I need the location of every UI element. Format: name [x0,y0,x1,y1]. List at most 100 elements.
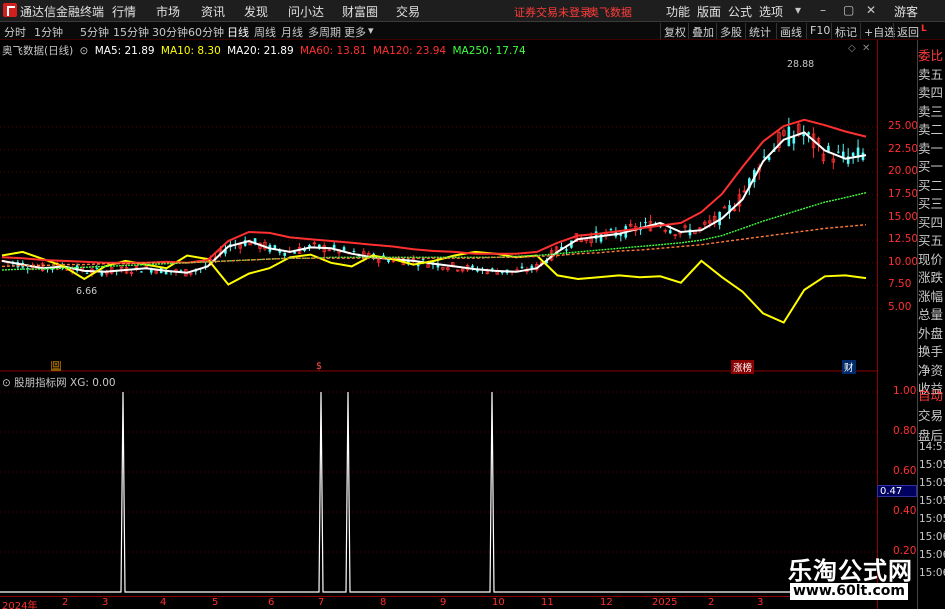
indicator-name[interactable]: 股朋指标网 [14,377,67,389]
sub-chart-grid [0,391,877,553]
quote-field-label: 现价 [918,251,944,267]
menu-dropdown-icon[interactable]: ▾ [795,3,801,17]
menu-caifuquan[interactable]: 财富圈 [342,3,378,20]
date-tick: 2 [708,597,715,608]
xg-indicator [0,391,877,593]
chart-settings-icon[interactable]: ◇ [848,43,856,54]
legend-toggle-icon[interactable]: ⊙ [80,45,89,57]
date-tick: 11 [541,597,554,608]
candle-body [342,247,346,251]
candle-body [273,245,277,249]
date-tick: 3 [102,597,109,608]
tab-monthly[interactable]: 月线 [281,24,303,40]
tab-15min[interactable]: 15分钟 [113,24,149,40]
restore-icon[interactable]: ▢ [843,3,854,17]
btn-f10[interactable]: F10 [806,23,833,39]
indicator-header: ⊙ 股朋指标网 XG: 0.00 [2,375,116,390]
date-tick: 2 [62,597,69,608]
btn-biaoji[interactable]: 标记 [831,23,860,39]
btn-diejia[interactable]: 叠加 [688,23,717,39]
kline-chart[interactable] [0,40,877,596]
watermark-url: www.60lt.com [790,583,908,600]
chart-title: 奥飞数据(日线) [2,45,74,57]
date-tick: 9 [440,597,447,608]
quote-field-label: 卖五 [918,66,944,82]
tab-daily[interactable]: 日线 [227,24,249,40]
menu-hangqing[interactable]: 行情 [112,3,136,20]
menu-xuanxiang[interactable]: 选项 [759,3,783,20]
date-tick: 7 [318,597,325,608]
price-tick: 17.50 [888,187,919,200]
quote-field-label: 卖二 [918,122,944,137]
trade-time: 15:05 [919,477,945,489]
tab-more-chevron-icon[interactable]: ▾ [368,24,374,37]
btn-huaxian[interactable]: 画线 [776,23,805,39]
price-tick: 10.00 [888,255,919,268]
tab-30min[interactable]: 30分钟 [152,24,188,40]
series-ma60 [1,118,867,264]
event-marker-gongneng[interactable]: 回 [51,361,61,371]
indicator-tick: 0.80 [893,425,917,437]
tab-more[interactable]: 更多 [344,24,366,40]
close-icon[interactable]: ✕ [866,3,876,17]
candle-body [565,249,568,251]
candle-body [332,244,336,248]
quote-field-label: 卖三 [918,103,944,119]
tab-1min[interactable]: 1分钟 [34,24,63,40]
candle-body [416,264,420,267]
menu-zixun[interactable]: 资讯 [201,3,225,20]
menu-jiaoyi[interactable]: 交易 [396,3,420,20]
tab-weekly[interactable]: 周线 [254,24,276,40]
quote-field-label: 涨跌 [918,270,944,285]
date-tick: 8 [380,597,387,608]
chart-close-icon[interactable]: ✕ [862,43,870,54]
menu-gongshi[interactable]: 公式 [728,3,752,20]
btn-fanhui[interactable]: 返回 [893,23,922,39]
date-axis [0,596,877,609]
quote-field-label: 涨幅 [918,288,944,304]
btn-fuquan[interactable]: 复权 [660,23,689,39]
event-marker-cai[interactable]: 财 [842,360,856,374]
tab-fenshi[interactable]: 分时 [4,24,26,40]
price-tick: 25.00 [888,120,919,132]
btn-duogu[interactable]: 多股 [716,23,745,39]
btn-tongji[interactable]: 统计 [745,23,774,39]
trade-time: 15:06 [919,531,945,543]
date-tick: 2025 [652,597,678,608]
tab-60min[interactable]: 60分钟 [188,24,224,40]
tab-5min[interactable]: 5分钟 [80,24,109,40]
price-tick: 5.00 [888,301,912,313]
candle-body [851,152,855,157]
date-tick: 3 [757,597,764,608]
event-marker-dividend[interactable]: $ [316,361,322,372]
price-tick: 15.00 [888,210,919,223]
indicator-toggle-icon[interactable]: ⊙ [2,377,11,389]
legend-ma250: MA250: 17.74 [452,45,526,57]
candle-body [471,265,474,268]
series-xg [0,391,877,593]
candle-body [668,230,672,234]
candle-body [792,136,796,144]
legend-ma5: MA5: 21.89 [94,45,155,57]
menu-shichang[interactable]: 市场 [156,3,180,20]
guest-user[interactable]: 游客 [894,3,918,20]
trade-time: 15:06 [919,567,945,579]
menu-wenxiaoda[interactable]: 问小达 [288,3,324,20]
menu-faxian[interactable]: 发现 [244,3,268,20]
high-price-annotation: 28.88 [787,59,815,70]
menu-gongneng[interactable]: 功能 [666,3,690,20]
login-status[interactable]: 证券交易未登录 [514,4,591,20]
candle-body [491,268,494,270]
tab-multi-period[interactable]: 多周期 [308,24,341,40]
candle-body [520,266,524,269]
quote-field-label: 自动 [918,388,944,403]
candle-body [95,267,99,269]
quote-field-label: 交易 [918,408,944,423]
menu-banmian[interactable]: 版面 [697,3,721,20]
price-tick: 22.50 [888,142,919,155]
indicator-tick: 1.00 [893,385,917,397]
minimize-icon[interactable]: – [820,3,826,17]
main-chart-grid [0,126,877,309]
date-tick: 4 [160,597,167,608]
event-marker-zhangbang[interactable]: 涨榜 [731,360,755,374]
